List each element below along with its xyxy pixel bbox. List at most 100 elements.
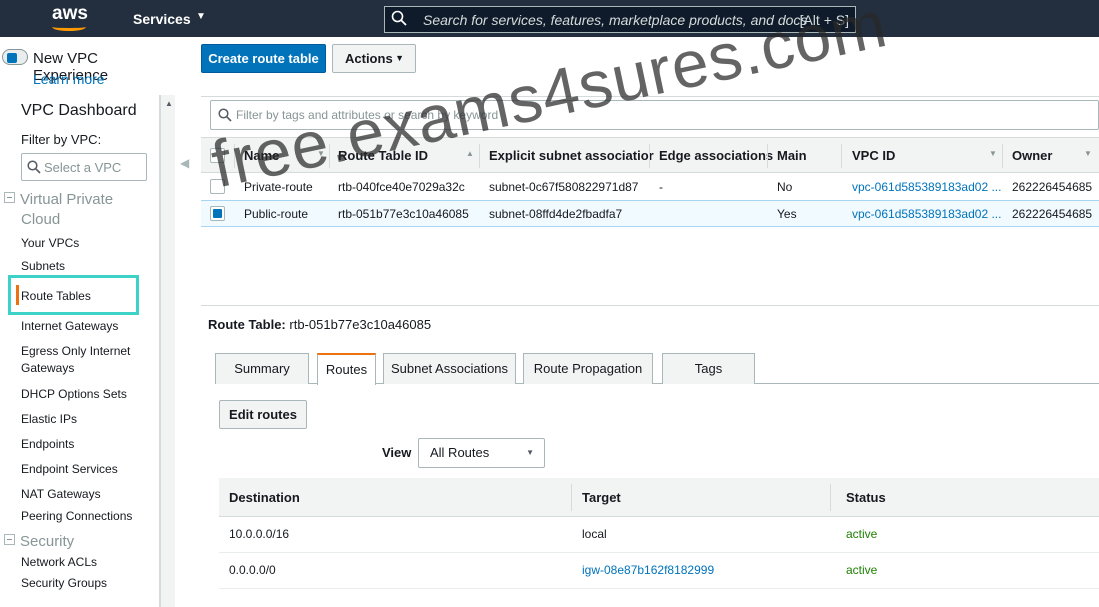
aws-logo-smile bbox=[52, 23, 86, 31]
sidebar-item-route-tables[interactable]: Route Tables bbox=[21, 288, 91, 305]
table-row: 10.0.0.0/16 local active bbox=[219, 517, 1099, 553]
services-menu[interactable]: Services bbox=[133, 11, 191, 27]
chevron-down-icon[interactable]: ▼ bbox=[317, 149, 325, 158]
search-icon bbox=[27, 160, 41, 174]
new-vpc-experience-toggle[interactable] bbox=[2, 49, 28, 65]
section-virtual-private-cloud[interactable]: Virtual Private bbox=[4, 191, 113, 208]
sidebar-item-peering-connections[interactable]: Peering Connections bbox=[21, 508, 132, 525]
view-label: View bbox=[382, 445, 412, 460]
cell-vpc-id-link[interactable]: vpc-061d585389183ad02 ... bbox=[852, 180, 1001, 194]
column-header-destination: Destination bbox=[229, 490, 300, 505]
cell-route-table-id: rtb-040fce40e7029a32c bbox=[338, 180, 465, 194]
table-header: Name ▼ Route Table ID ▲ Explicit subnet … bbox=[201, 137, 1099, 173]
scroll-up-icon[interactable]: ▲ bbox=[165, 99, 173, 108]
section-title: Security bbox=[20, 533, 75, 550]
actions-button[interactable]: Actions ▼ bbox=[332, 44, 416, 73]
column-divider bbox=[649, 144, 650, 168]
cell-vpc-id-link[interactable]: vpc-061d585389183ad02 ... bbox=[852, 207, 1001, 221]
edit-routes-button[interactable]: Edit routes bbox=[219, 400, 307, 429]
table-row-selected[interactable]: Public-route rtb-051b77e3c10a46085 subne… bbox=[201, 200, 1099, 227]
top-nav-bar: aws Services ▼ Search for services, feat… bbox=[0, 0, 1099, 37]
route-table-heading: Route Table: rtb-051b77e3c10a46085 bbox=[208, 317, 431, 332]
actions-label: Actions bbox=[345, 51, 393, 66]
tab-summary[interactable]: Summary bbox=[215, 353, 309, 384]
column-divider bbox=[479, 144, 480, 168]
filter-by-vpc-label: Filter by VPC: bbox=[21, 132, 102, 147]
global-search-input[interactable]: Search for services, features, marketpla… bbox=[384, 6, 856, 33]
sidebar-item-network-acls[interactable]: Network ACLs bbox=[21, 554, 97, 571]
section-title: Virtual Private bbox=[20, 191, 114, 208]
collapse-sidebar-icon[interactable]: ◀ bbox=[180, 156, 189, 170]
cell-owner: 262226454685 bbox=[1012, 180, 1093, 194]
sidebar-item-dhcp-options-sets[interactable]: DHCP Options Sets bbox=[21, 386, 127, 403]
chevron-down-icon: ▼ bbox=[395, 53, 404, 63]
sidebar-item-your-vpcs[interactable]: Your VPCs bbox=[21, 235, 79, 252]
grid-filter-input[interactable]: Filter by tags and attributes or search … bbox=[210, 100, 1099, 130]
sidebar-item-endpoints[interactable]: Endpoints bbox=[21, 436, 74, 453]
sidebar-item-endpoint-services[interactable]: Endpoint Services bbox=[21, 461, 118, 478]
row-checkbox[interactable] bbox=[210, 179, 225, 194]
tab-routes[interactable]: Routes bbox=[317, 353, 376, 385]
cell-destination: 10.0.0.0/16 bbox=[229, 527, 290, 541]
collapse-icon bbox=[4, 192, 15, 203]
column-divider bbox=[841, 144, 842, 168]
chevron-down-icon[interactable]: ▼ bbox=[196, 11, 206, 22]
section-security[interactable]: Security bbox=[4, 533, 74, 550]
search-placeholder: Search for services, features, marketpla… bbox=[423, 12, 808, 28]
sidebar-item-elastic-ips[interactable]: Elastic IPs bbox=[21, 411, 77, 428]
view-select-value: All Routes bbox=[430, 445, 490, 460]
toggle-knob bbox=[7, 53, 17, 63]
tab-route-propagation[interactable]: Route Propagation bbox=[523, 353, 653, 384]
column-divider bbox=[767, 144, 768, 168]
table-row: 0.0.0.0/0 igw-08e87b162f8182999 active bbox=[219, 553, 1099, 589]
cell-main: Yes bbox=[777, 207, 797, 221]
chevron-down-icon[interactable]: ▼ bbox=[1084, 149, 1092, 158]
search-shortcut: [Alt + S] bbox=[799, 12, 849, 28]
aws-logo[interactable]: aws bbox=[52, 3, 88, 25]
cell-route-table-id: rtb-051b77e3c10a46085 bbox=[338, 207, 469, 221]
chevron-down-icon: ▼ bbox=[526, 448, 534, 457]
search-icon bbox=[391, 10, 407, 26]
learn-more-link[interactable]: Learn more bbox=[33, 71, 105, 87]
column-header-vpc-id[interactable]: VPC ID bbox=[852, 148, 895, 163]
tab-subnet-associations[interactable]: Subnet Associations bbox=[383, 353, 516, 384]
search-icon bbox=[218, 108, 232, 122]
select-all-checkbox[interactable] bbox=[210, 148, 225, 163]
sidebar-scrollbar[interactable]: ▲ bbox=[160, 95, 175, 607]
column-header-edge-associations[interactable]: Edge associations bbox=[659, 148, 773, 163]
sidebar-item-egress-only-cont[interactable]: Gateways bbox=[21, 360, 74, 377]
section-title-cont: Cloud bbox=[21, 211, 61, 228]
sidebar-item-subnets[interactable]: Subnets bbox=[21, 258, 65, 275]
sidebar-item-egress-only-internet-gateways[interactable]: Egress Only Internet bbox=[21, 343, 130, 360]
main-content: Create route table Actions ▼ ◀ Filter by … bbox=[175, 37, 1099, 607]
sidebar-item-security-groups[interactable]: Security Groups bbox=[21, 575, 107, 592]
cell-subnet: subnet-0c67f580822971d87 bbox=[489, 180, 639, 194]
column-header-route-table-id[interactable]: Route Table ID bbox=[338, 148, 428, 163]
column-header-main[interactable]: Main bbox=[777, 148, 807, 163]
grid-filter-placeholder: Filter by tags and attributes or search … bbox=[236, 108, 499, 122]
column-divider bbox=[329, 144, 330, 168]
table-row[interactable]: Private-route rtb-040fce40e7029a32c subn… bbox=[201, 174, 1099, 201]
column-divider bbox=[1002, 144, 1003, 168]
tab-tags[interactable]: Tags bbox=[662, 353, 755, 384]
cell-status: active bbox=[846, 527, 878, 541]
column-header-explicit-subnet[interactable]: Explicit subnet associatior bbox=[489, 148, 654, 163]
column-header-owner[interactable]: Owner bbox=[1012, 148, 1052, 163]
routes-table-header: Destination Target Status bbox=[219, 478, 1099, 517]
detail-divider[interactable] bbox=[201, 305, 1099, 306]
cell-main: No bbox=[777, 180, 793, 194]
column-header-name[interactable]: Name bbox=[244, 148, 279, 163]
view-select[interactable]: All Routes ▼ bbox=[418, 438, 545, 468]
sidebar-item-internet-gateways[interactable]: Internet Gateways bbox=[21, 318, 118, 335]
sidebar-item-nat-gateways[interactable]: NAT Gateways bbox=[21, 486, 101, 503]
vpc-filter-placeholder: Select a VPC bbox=[44, 160, 122, 175]
row-checkbox-checked[interactable] bbox=[210, 206, 225, 221]
chevron-down-icon[interactable]: ▼ bbox=[989, 149, 997, 158]
route-table-label: Route Table: bbox=[208, 317, 286, 332]
column-divider bbox=[234, 144, 235, 168]
sort-ascending-icon[interactable]: ▲ bbox=[466, 149, 474, 158]
create-route-table-button[interactable]: Create route table bbox=[201, 44, 326, 73]
cell-target-link[interactable]: igw-08e87b162f8182999 bbox=[582, 563, 714, 577]
vpc-dashboard-link[interactable]: VPC Dashboard bbox=[21, 102, 137, 120]
vpc-filter-select[interactable]: Select a VPC bbox=[21, 153, 147, 181]
